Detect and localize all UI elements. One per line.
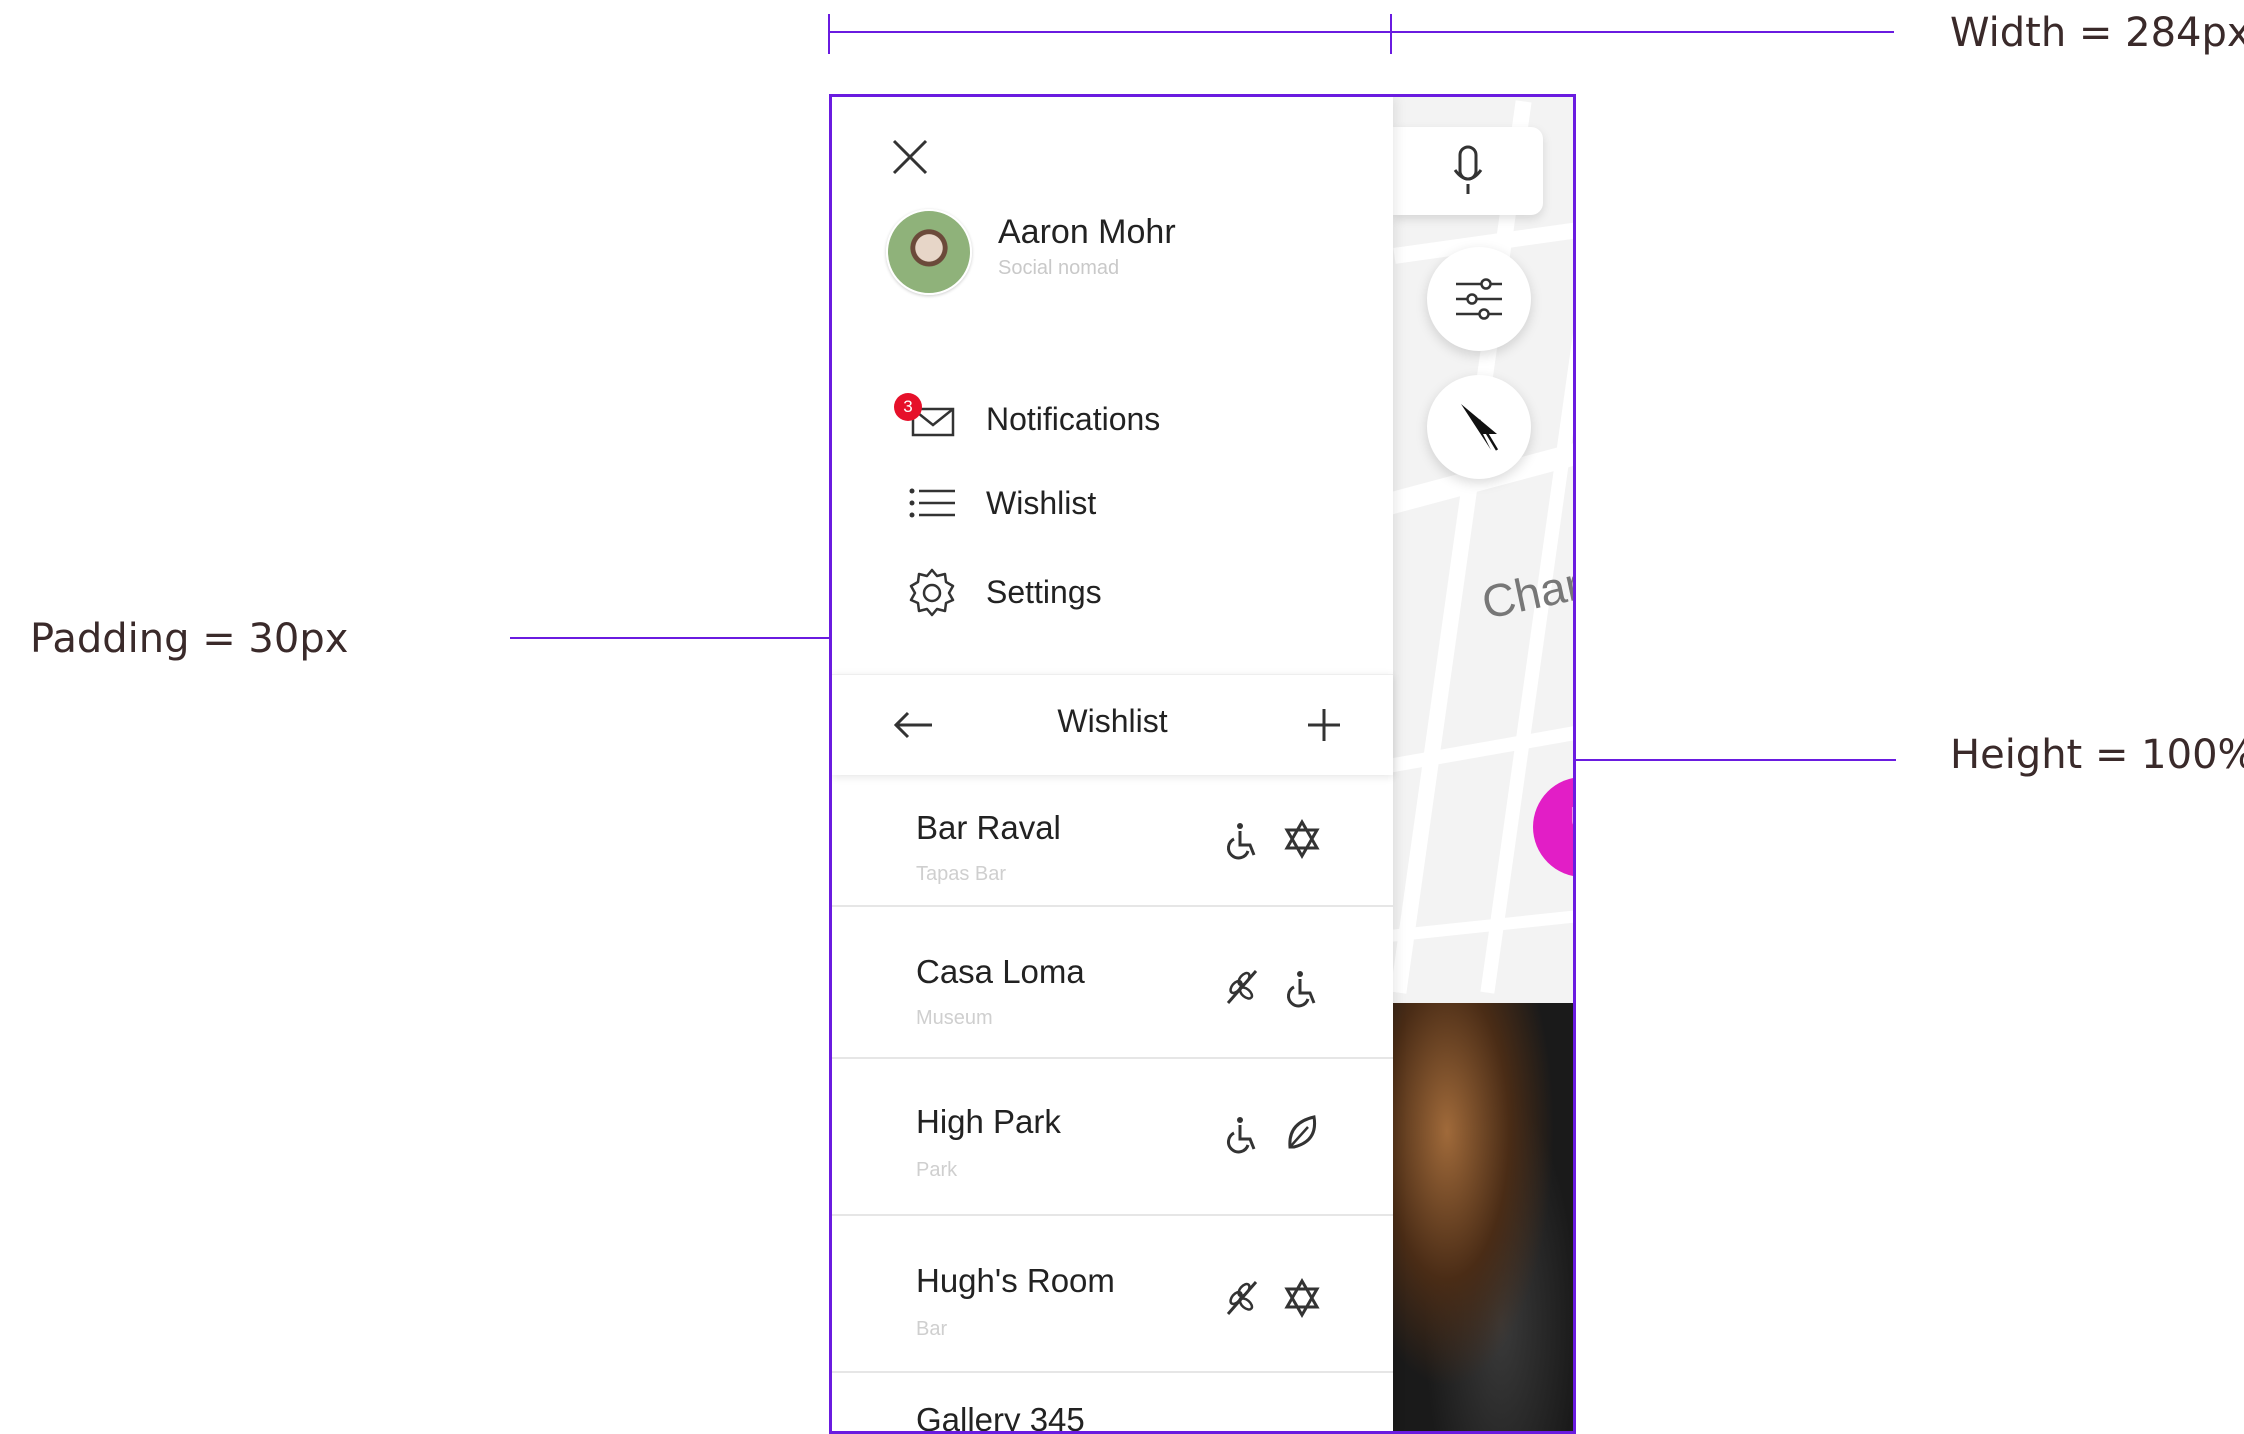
wheelchair-icon [1226, 1117, 1256, 1154]
place-type: Park [916, 1159, 958, 1181]
place-type: Museum [916, 1007, 993, 1029]
width-guide-line [829, 31, 1894, 33]
list-icon [902, 473, 962, 533]
wheat-icon [1226, 1281, 1258, 1315]
list-item[interactable]: Gallery 345 [832, 1373, 1393, 1434]
list-item[interactable]: Bar Raval Tapas Bar [832, 775, 1393, 907]
user-name: Aaron Mohr [998, 213, 1176, 251]
list-item[interactable]: Casa Loma Museum [832, 907, 1393, 1059]
gear-icon [902, 562, 962, 622]
menu-item-label: Notifications [986, 401, 1161, 437]
place-name: Bar Raval [916, 809, 1061, 846]
map-street [1393, 711, 1573, 777]
width-guide-tick-right [1390, 14, 1392, 54]
map-street [1393, 901, 1573, 945]
width-annotation: Width = 284px [1950, 10, 2244, 56]
navigate-button[interactable] [1427, 375, 1531, 479]
microphone-icon [1453, 145, 1483, 194]
close-icon[interactable] [888, 135, 932, 179]
notification-badge: 3 [894, 393, 922, 421]
place-name: High Park [916, 1103, 1061, 1140]
sliders-icon [1456, 278, 1502, 320]
map-street-label: Char [1477, 557, 1573, 629]
menu-item-notifications[interactable]: 3 Notifications [832, 389, 1393, 459]
wheelchair-icon [1286, 971, 1316, 1008]
padding-annotation: Padding = 30px [30, 616, 349, 662]
width-guide-tick-left [828, 14, 830, 54]
filter-button[interactable] [1427, 247, 1531, 351]
fork-knife-icon [1572, 807, 1573, 825]
height-annotation: Height = 100% [1950, 732, 2244, 778]
app-frame: Char Aaron Mohr Social nomad 3 Notificat… [829, 94, 1576, 1434]
avatar[interactable] [886, 209, 972, 295]
list-item[interactable]: Hugh's Room Bar [832, 1216, 1393, 1373]
wheat-icon [1226, 970, 1258, 1004]
wishlist-header: Wishlist [832, 674, 1393, 775]
star-of-david-icon [1284, 1278, 1320, 1318]
list-item[interactable]: High Park Park [832, 1059, 1393, 1216]
menu-item-label: Wishlist [986, 485, 1097, 521]
menu-item-label: Settings [986, 574, 1102, 610]
side-drawer: Aaron Mohr Social nomad 3 Notifications … [832, 97, 1393, 1431]
star-of-david-icon [1284, 819, 1320, 859]
leaf-icon [1288, 1115, 1317, 1149]
restaurant-marker-button[interactable] [1533, 777, 1573, 877]
user-subtitle: Social nomad [998, 257, 1120, 279]
place-type: Tapas Bar [916, 863, 1007, 885]
menu-item-settings[interactable]: Settings [832, 562, 1393, 632]
place-name: Hugh's Room [916, 1262, 1115, 1299]
voice-search-button[interactable] [1393, 127, 1543, 215]
place-name: Gallery 345 [916, 1401, 1085, 1434]
wheelchair-icon [1226, 823, 1256, 860]
place-name: Casa Loma [916, 953, 1085, 990]
venue-photo [1393, 1003, 1573, 1431]
add-icon[interactable] [1302, 703, 1346, 747]
navigation-arrow-icon [1461, 404, 1499, 451]
menu-item-wishlist[interactable]: Wishlist [832, 473, 1393, 543]
map-view[interactable]: Char [1393, 97, 1573, 1431]
place-type: Bar [916, 1318, 948, 1340]
